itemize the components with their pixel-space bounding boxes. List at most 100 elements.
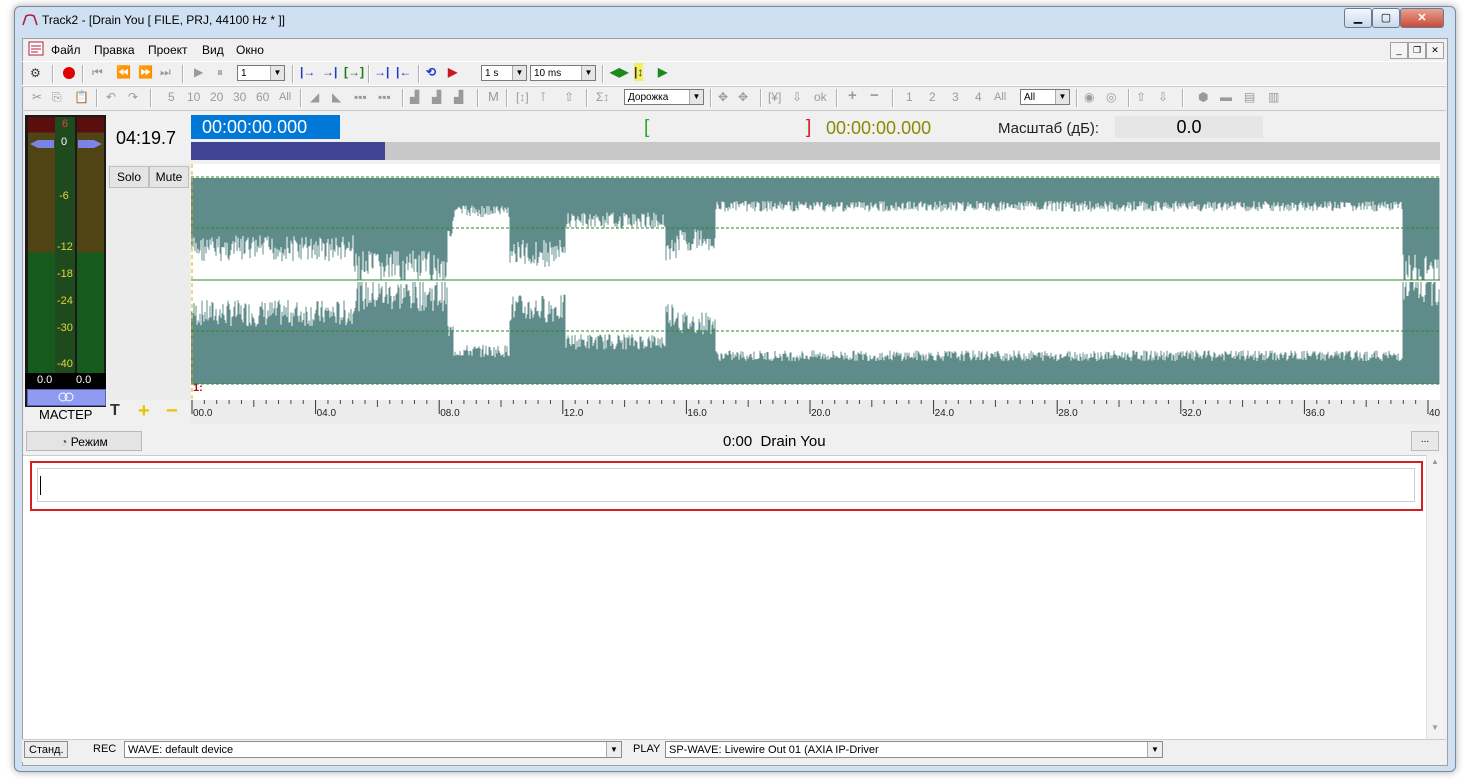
- scroll-up-icon[interactable]: ▲: [1431, 457, 1439, 466]
- bracket-icon[interactable]: [¥]: [768, 88, 781, 106]
- play-device-select[interactable]: SP-WAVE: Livewire Out 01 (AXIA IP-Driver…: [665, 741, 1163, 758]
- arrow-down-icon[interactable]: ⇩: [1158, 88, 1168, 106]
- speed-combo[interactable]: 1 ▼: [237, 65, 285, 81]
- go-end-icon[interactable]: ⏭: [160, 63, 171, 81]
- vertical-scrollbar[interactable]: ▲ ▼: [1426, 455, 1443, 738]
- track-3-button[interactable]: 3: [952, 88, 959, 106]
- add-track-icon[interactable]: +: [138, 400, 150, 423]
- layout-icon-2[interactable]: ▤: [1244, 88, 1255, 106]
- selection-end-marker[interactable]: ]: [806, 117, 811, 139]
- zoom-30[interactable]: 30: [233, 88, 246, 106]
- play-selection-icon[interactable]: ▶: [658, 63, 667, 81]
- dotted-line-icon[interactable]: ▪▪▪: [354, 88, 367, 106]
- record-icon[interactable]: [62, 66, 76, 84]
- remove-track-icon[interactable]: −: [166, 400, 178, 423]
- zoom-10[interactable]: 10: [187, 88, 200, 106]
- snap-icon[interactable]: |↕: [634, 63, 644, 81]
- mdi-restore-button[interactable]: ❐: [1408, 42, 1426, 59]
- fine-step-combo[interactable]: 10 ms ▼: [530, 65, 596, 81]
- waveform-area[interactable]: 1: Dead To The World: [190, 164, 1440, 400]
- upload-icon[interactable]: ⇧: [564, 88, 574, 106]
- scale-value[interactable]: 0.0: [1115, 116, 1263, 138]
- mdi-minimize-button[interactable]: _: [1390, 42, 1408, 59]
- range-icon[interactable]: [↕]: [516, 88, 529, 106]
- layout-icon-3[interactable]: ▥: [1268, 88, 1279, 106]
- more-button[interactable]: ...: [1411, 431, 1439, 451]
- fast-forward-icon[interactable]: ⏩: [138, 63, 153, 81]
- zoom-60[interactable]: 60: [256, 88, 269, 106]
- level-icon-2[interactable]: ▟: [432, 88, 441, 106]
- paste-icon[interactable]: 📋: [74, 88, 89, 106]
- menu-project[interactable]: Проект: [148, 43, 188, 57]
- dotted-line-icon-2[interactable]: ▪▪▪: [378, 88, 391, 106]
- mdi-close-button[interactable]: ✕: [1426, 42, 1444, 59]
- redo-icon[interactable]: ↷: [128, 88, 138, 106]
- stereo-link-button[interactable]: [27, 389, 106, 406]
- zoom-20[interactable]: 20: [210, 88, 223, 106]
- scroll-down-icon[interactable]: ▼: [1431, 723, 1439, 732]
- copy-icon[interactable]: ⎘: [52, 88, 62, 106]
- fade-out-icon[interactable]: ◣: [332, 88, 341, 106]
- level-icon-3[interactable]: ▟: [454, 88, 463, 106]
- level-icon[interactable]: ▟: [410, 88, 419, 106]
- text-tool-icon[interactable]: T: [110, 402, 120, 420]
- step-combo[interactable]: 1 s ▼: [481, 65, 527, 81]
- add-icon[interactable]: +: [848, 87, 857, 105]
- sum-button[interactable]: Σ↕: [596, 88, 609, 106]
- down-icon[interactable]: ⇩: [792, 88, 802, 106]
- text-input[interactable]: [37, 468, 1415, 502]
- track-1-button[interactable]: 1: [906, 88, 913, 106]
- loop-icon[interactable]: ⟲: [426, 63, 436, 81]
- plugin-icon[interactable]: ⬢: [1198, 88, 1208, 106]
- move-icon[interactable]: ✥: [718, 88, 728, 106]
- play-icon[interactable]: ▶: [194, 63, 203, 81]
- menu-window[interactable]: Окно: [236, 43, 264, 57]
- mute-button[interactable]: Mute: [149, 166, 189, 188]
- rec-device-select[interactable]: WAVE: default device ▼: [124, 741, 622, 758]
- standard-button[interactable]: Станд.: [24, 741, 68, 758]
- position-display[interactable]: 00:00:00.000: [191, 115, 340, 139]
- fade-in-icon[interactable]: ◢: [310, 88, 319, 106]
- document-icon[interactable]: [28, 41, 44, 57]
- minimize-button[interactable]: ▁: [1344, 8, 1372, 28]
- menu-edit[interactable]: Правка: [94, 43, 135, 57]
- maximize-button[interactable]: ▢: [1372, 8, 1400, 28]
- eye-hide-icon[interactable]: ◎: [1106, 88, 1116, 106]
- split-icon[interactable]: ◀▶: [610, 63, 628, 81]
- remove-icon[interactable]: −: [870, 87, 879, 105]
- track-all-button[interactable]: All: [994, 88, 1006, 106]
- menu-file[interactable]: Файл: [51, 43, 81, 57]
- mark-out-icon[interactable]: →|: [322, 63, 337, 81]
- go-start-icon[interactable]: ⏮: [92, 63, 103, 81]
- move-icon-2[interactable]: ✥: [738, 88, 748, 106]
- ok-button[interactable]: ok: [814, 88, 827, 106]
- all-combo[interactable]: All ▼: [1020, 89, 1070, 105]
- zoom-5[interactable]: 5: [168, 88, 175, 106]
- mark-in-icon[interactable]: |→: [300, 63, 315, 81]
- mode-icon: ◔: [60, 435, 68, 449]
- step-forward-icon[interactable]: |←: [396, 63, 411, 81]
- solo-button[interactable]: Solo: [109, 166, 149, 188]
- pause-icon[interactable]: ⏸: [217, 63, 223, 81]
- select-range-icon[interactable]: [→]: [344, 63, 364, 81]
- arrow-up-icon[interactable]: ⇧: [1136, 88, 1146, 106]
- menu-view[interactable]: Вид: [202, 43, 224, 57]
- loop-play-icon[interactable]: ▶: [448, 63, 457, 81]
- track-2-button[interactable]: 2: [929, 88, 936, 106]
- undo-icon[interactable]: ↶: [106, 88, 116, 106]
- zoom-all[interactable]: All: [279, 88, 291, 106]
- mode-button[interactable]: ◔ Режим: [26, 431, 142, 451]
- selection-start-marker[interactable]: [: [644, 117, 649, 139]
- normalize-icon[interactable]: ⊺: [540, 88, 546, 106]
- time-ruler[interactable]: 00.0 04.0 08.0 12.0 16.0 20.0 24.0 28.0 32.0 36.0…: [191, 400, 1449, 424]
- rewind-icon[interactable]: ⏪: [116, 63, 131, 81]
- eye-icon[interactable]: ◉: [1084, 88, 1094, 106]
- close-button[interactable]: ✕: [1400, 8, 1444, 28]
- layout-icon[interactable]: ▬: [1220, 88, 1232, 106]
- track-combo[interactable]: Дорожка ▼: [624, 89, 704, 105]
- track-4-button[interactable]: 4: [975, 88, 982, 106]
- step-back-icon[interactable]: →|: [374, 63, 389, 81]
- mixer-icon[interactable]: ⚙: [30, 64, 41, 82]
- cut-icon[interactable]: ✂: [32, 88, 42, 106]
- mono-button[interactable]: M: [488, 88, 499, 106]
